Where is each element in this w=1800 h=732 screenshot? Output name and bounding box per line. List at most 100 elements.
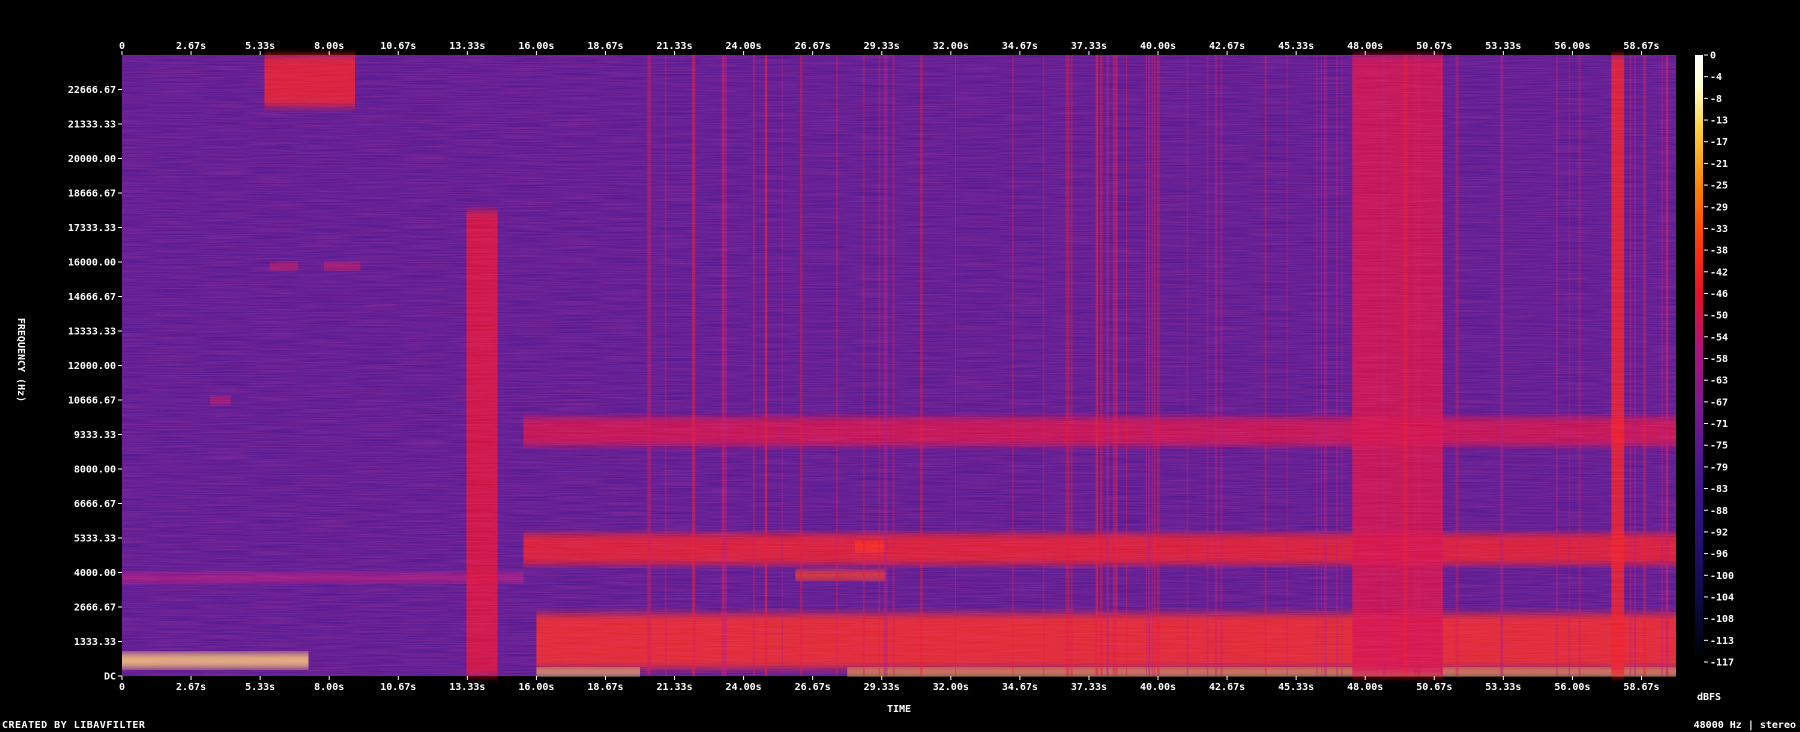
x-tick-bottom-label: 24.00s — [726, 682, 762, 693]
colorbar-tick-label: -33 — [1710, 224, 1728, 235]
colorbar-tick-label: -100 — [1710, 571, 1734, 582]
y-tick-label: 18666.67 — [68, 189, 116, 200]
x-tick-bottom-label: 53.33s — [1485, 682, 1521, 693]
x-tick-bottom-label: 40.00s — [1140, 682, 1176, 693]
y-tick-label: DC — [104, 672, 116, 683]
x-tick-bottom-label: 34.67s — [1002, 682, 1038, 693]
colorbar-tick-label: -117 — [1710, 658, 1734, 669]
x-tick-bottom-label: 50.67s — [1416, 682, 1452, 693]
x-tick-top-label: 40.00s — [1140, 41, 1176, 52]
plot-area — [122, 55, 1677, 676]
colorbar-tick-label: -46 — [1710, 289, 1728, 300]
x-tick-top-label: 5.33s — [245, 41, 275, 52]
y-tick-label: 13333.33 — [68, 327, 116, 338]
colorbar-tick-label: -50 — [1710, 311, 1728, 322]
colorbar-ticks: 0 -4 -8 -13 -17 -21 -25 -29 -33 -38 -42 -46 -50 -54 -5… — [1704, 51, 1734, 669]
x-tick-top-label: 58.67s — [1623, 41, 1659, 52]
x-tick-top-label: 13.33s — [449, 41, 485, 52]
x-tick-top-label: 37.33s — [1071, 41, 1107, 52]
y-tick-label: 9333.33 — [74, 430, 116, 441]
colorbar-tick-label: -104 — [1710, 592, 1734, 603]
x-tick-top-label: 34.67s — [1002, 41, 1038, 52]
colorbar-tick-label: -13 — [1710, 116, 1728, 127]
colorbar-tick-label: -63 — [1710, 376, 1728, 387]
x-tick-top-label: 29.33s — [864, 41, 900, 52]
x-tick-top-label: 26.67s — [795, 41, 831, 52]
colorbar-gradient — [1695, 55, 1703, 662]
x-tick-top-label: 10.67s — [380, 41, 416, 52]
y-tick-label: 16000.00 — [68, 258, 116, 269]
colorbar-tick-label: -4 — [1710, 72, 1722, 83]
colorbar-tick-label: -38 — [1710, 246, 1728, 257]
colorbar-tick-label: -75 — [1710, 441, 1728, 452]
y-tick-label: 14666.67 — [68, 292, 116, 303]
y-tick-label: 5333.33 — [74, 534, 116, 545]
colorbar-tick-label: -21 — [1710, 159, 1728, 170]
y-tick-label: 1333.33 — [74, 637, 116, 648]
x-tick-top-label: 42.67s — [1209, 41, 1245, 52]
y-tick-label: 20000.00 — [68, 154, 116, 165]
format-label: 48000 Hz | stereo — [1693, 720, 1796, 731]
x-tick-top-label: 50.67s — [1416, 41, 1452, 52]
colorbar-tick-label: -58 — [1710, 354, 1728, 365]
x-tick-top-label: 8.00s — [314, 41, 344, 52]
colorbar-tick-label: -8 — [1710, 94, 1722, 105]
x-tick-bottom-label: 37.33s — [1071, 682, 1107, 693]
x-tick-top-label: 48.00s — [1347, 41, 1383, 52]
colorbar-tick-label: -108 — [1710, 614, 1734, 625]
plot-texture — [122, 55, 1676, 676]
y-tick-label: 10666.67 — [68, 396, 116, 407]
x-tick-bottom-label: 18.67s — [587, 682, 623, 693]
colorbar-tick-label: -29 — [1710, 202, 1728, 213]
y-tick-label: 4000.00 — [74, 568, 116, 579]
created-by-label: CREATED BY LIBAVFILTER — [2, 720, 146, 731]
colorbar-tick-label: -71 — [1710, 419, 1728, 430]
colorbar: 0 -4 -8 -13 -17 -21 -25 -29 -33 -38 -42 -46 -50 -54 -5… — [1695, 51, 1734, 703]
y-tick-label: 8000.00 — [74, 465, 116, 476]
x-tick-bottom-label: 21.33s — [656, 682, 692, 693]
spectrogram-chart: 0 2.67s 5.33s 8.00s 10.67s 13.33s 16.00s 18.67s… — [15, 41, 1734, 715]
colorbar-tick-label: -92 — [1710, 527, 1728, 538]
y-tick-label: 2666.67 — [74, 603, 116, 614]
x-tick-bottom-label: 5.33s — [245, 682, 275, 693]
x-tick-bottom-label: 48.00s — [1347, 682, 1383, 693]
x-tick-bottom-label: 0 — [119, 682, 125, 693]
y-tick-label: 12000.00 — [68, 361, 116, 372]
x-axis-top: 0 2.67s 5.33s 8.00s 10.67s 13.33s 16.00s 18.67s… — [119, 41, 1660, 55]
x-tick-bottom-label: 16.00s — [518, 682, 554, 693]
x-tick-bottom-label: 13.33s — [449, 682, 485, 693]
x-tick-bottom-label: 8.00s — [314, 682, 344, 693]
x-tick-top-label: 56.00s — [1554, 41, 1590, 52]
colorbar-tick-label: -42 — [1710, 267, 1728, 278]
y-tick-label: 6666.67 — [74, 499, 116, 510]
x-tick-top-label: 53.33s — [1485, 41, 1521, 52]
x-tick-bottom-label: 10.67s — [380, 682, 416, 693]
colorbar-tick-label: -79 — [1710, 462, 1728, 473]
x-tick-bottom-label: 56.00s — [1554, 682, 1590, 693]
colorbar-tick-label: -83 — [1710, 484, 1728, 495]
x-tick-top-label: 21.33s — [656, 41, 692, 52]
x-tick-top-label: 2.67s — [176, 41, 206, 52]
colorbar-tick-label: -17 — [1710, 137, 1728, 148]
y-tick-label: 22666.67 — [68, 85, 116, 96]
x-tick-bottom-label: 45.33s — [1278, 682, 1314, 693]
x-tick-bottom-label: 26.67s — [795, 682, 831, 693]
x-tick-top-label: 32.00s — [933, 41, 969, 52]
colorbar-tick-label: 0 — [1710, 51, 1716, 62]
colorbar-tick-label: -67 — [1710, 397, 1728, 408]
x-tick-bottom-label: 2.67s — [176, 682, 206, 693]
colorbar-tick-label: -54 — [1710, 332, 1728, 343]
colorbar-tick-label: -113 — [1710, 636, 1734, 647]
colorbar-tick-label: -88 — [1710, 506, 1728, 517]
x-axis-bottom: 0 2.67s 5.33s 8.00s 10.67s 13.33s 16.00s 18.67s… — [119, 676, 1660, 693]
x-tick-top-label: 0 — [119, 41, 125, 52]
colorbar-tick-label: -96 — [1710, 549, 1728, 560]
y-axis-label: FREQUENCY (Hz) — [15, 318, 26, 402]
x-tick-top-label: 16.00s — [518, 41, 554, 52]
x-tick-bottom-label: 58.67s — [1623, 682, 1659, 693]
x-tick-top-label: 45.33s — [1278, 41, 1314, 52]
colorbar-label: dBFS — [1697, 692, 1721, 703]
y-axis: DC 1333.33 2666.67 4000.00 5333.33 6666.67 800… — [68, 85, 122, 683]
y-tick-label: 21333.33 — [68, 120, 116, 131]
x-tick-bottom-label: 29.33s — [864, 682, 900, 693]
